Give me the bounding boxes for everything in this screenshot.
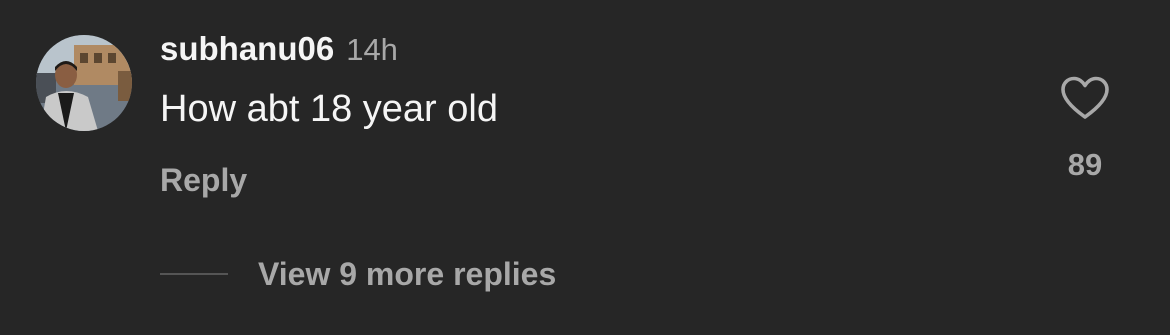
comment-item: subhanu06 14h How abt 18 year old Reply … [0, 0, 1170, 335]
heart-outline-icon[interactable] [1060, 76, 1110, 125]
comment-header: subhanu06 14h [160, 30, 398, 76]
replies-divider [160, 273, 228, 275]
timestamp: 14h [346, 32, 398, 67]
avatar[interactable] [36, 35, 132, 131]
comment-text: How abt 18 year old [160, 88, 498, 130]
reply-button[interactable]: Reply [160, 162, 247, 199]
username[interactable]: subhanu06 [160, 30, 334, 68]
user-avatar-photo [36, 35, 132, 131]
view-replies-button[interactable]: View 9 more replies [160, 252, 556, 296]
like-area: 89 [1050, 76, 1120, 183]
view-replies-label: View 9 more replies [258, 255, 557, 292]
like-count: 89 [1067, 147, 1103, 182]
